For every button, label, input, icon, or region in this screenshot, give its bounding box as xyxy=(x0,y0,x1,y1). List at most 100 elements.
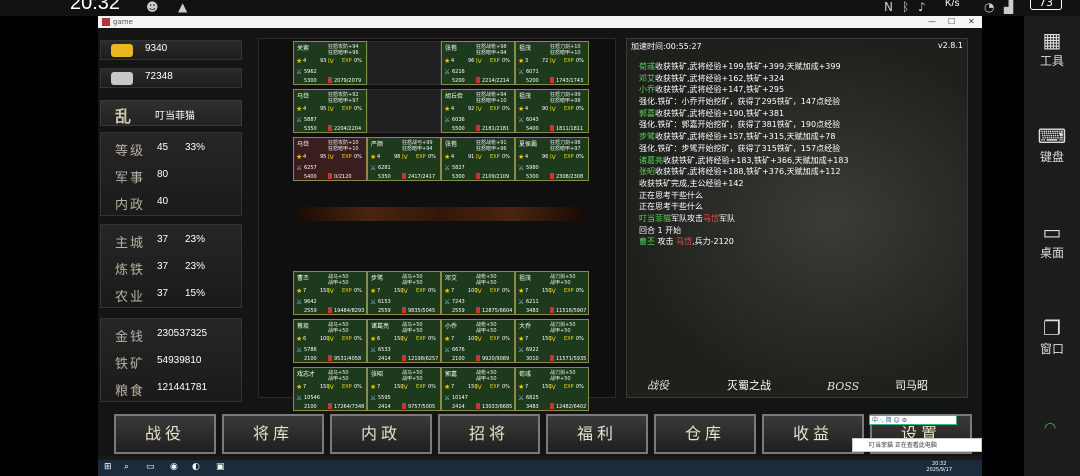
star-count: 7 xyxy=(377,384,381,390)
troop-value: 9757/5005 xyxy=(408,404,436,410)
recruit-button[interactable]: 招将 xyxy=(438,414,540,454)
phone-status-bar: 20:32 ☻ ▲ N ᛒ ♪ K/s ◔ ▟ 73 xyxy=(0,0,1080,16)
desktop-item[interactable]: ▭ 桌面 xyxy=(1024,220,1080,261)
campaign-button[interactable]: 战役 xyxy=(114,414,216,454)
log-text: 强化.铁矿：步骘开始挖矿，获得了315铁矿，157点经验 xyxy=(639,143,841,153)
defense-value: 5300 xyxy=(452,174,465,180)
lv-label: lV xyxy=(328,106,334,113)
ally-general-card[interactable]: 邓艾 战枪+50 战甲+50 ★ 7 100 lV EXP 0% ⚔ 7243 2559 12875/6… xyxy=(441,271,515,315)
enemy-general-card[interactable]: 马岱 狂怒攻防+92 狂怒暗甲+97 ★ 4 95 lV EXP 0% ⚔ 5887 5350 2204… xyxy=(293,89,367,133)
ally-general-card[interactable]: 蔡琰 战马+50 战甲+50 ★ 6 100 lV EXP 0% ⚔ 5786 2100 9531/40… xyxy=(293,319,367,363)
ally-general-card[interactable]: 荀彧 战刀剑+50 战甲+50 ★ 7 150 lV EXP 0% ⚔ 6825 3483 12482/… xyxy=(515,367,589,411)
maximize-button[interactable]: ☐ xyxy=(948,16,955,28)
welfare-button[interactable]: 福利 xyxy=(546,414,648,454)
general-name: 张昭 xyxy=(371,371,384,378)
steam-icon[interactable]: ◐ xyxy=(192,462,200,472)
troop-value: 2181/2181 xyxy=(482,126,510,132)
warehouse-button[interactable]: 仓库 xyxy=(654,414,756,454)
attack-value: 6533 xyxy=(378,347,391,353)
general-name: 大乔 xyxy=(519,323,532,330)
general-name: 马岱 xyxy=(297,93,310,100)
ally-general-card[interactable]: 曹丕 战马+50 战甲+50 ★ 7 150 lV EXP 0% ⚔ 9642 2559 19484/8… xyxy=(293,271,367,315)
general-name: 小乔 xyxy=(445,323,458,330)
sword-icon: ⚔ xyxy=(518,164,525,172)
general-name: 严颜 xyxy=(371,141,384,148)
window-item[interactable]: ❐ 窗口 xyxy=(1024,316,1080,357)
enemy-general-card[interactable]: 张苞 狂怒战枪+98 狂怒暗甲+94 ★ 4 96 lV EXP 0% ⚔ 6216 5200 2214… xyxy=(441,41,515,85)
general-name: 曹丕 xyxy=(297,275,310,282)
level-value: 98 xyxy=(394,154,401,160)
exp-label: EXP xyxy=(564,154,574,160)
ally-general-card[interactable]: 祖茂 战刀剑+50 战甲+50 ★ 7 150 lV EXP 0% ⚔ 6211 3483 11516/… xyxy=(515,271,589,315)
defense-value: 5350 xyxy=(304,126,317,132)
exp-label: EXP xyxy=(342,154,352,160)
star-icon: ★ xyxy=(444,335,451,343)
ally-general-card[interactable]: 步骘 战马+50 战甲+50 ★ 7 150 lV EXP 0% ⚔ 6153 2559 9835/50… xyxy=(367,271,441,315)
enemy-general-card[interactable]: 胡丘俭 狂怒战枪+94 狂怒暗甲+10 ★ 4 92 lV EXP 0% ⚔ 6036 5500 218… xyxy=(441,89,515,133)
attack-value: 6036 xyxy=(452,117,465,123)
ally-general-card[interactable]: 大乔 战刀剑+50 战甲+50 ★ 7 150 lV EXP 0% ⚔ 6922 3010 11571/… xyxy=(515,319,589,363)
enemy-general-card[interactable]: 夏侯霸 狂怒刀剑+98 狂怒暗甲+97 ★ 4 96 lV EXP 0% ⚔ 5980 5300 230… xyxy=(515,137,589,181)
ally-general-card[interactable]: 张昭 战马+50 战甲+50 ★ 7 150 lV EXP 0% ⚔ 5595 2414 9757/50… xyxy=(367,367,441,411)
domestic-button[interactable]: 内政 xyxy=(330,414,432,454)
stat-smelting: 炼铁 37 23% xyxy=(115,261,206,278)
keyboard-item[interactable]: ⌨ 键盘 xyxy=(1024,124,1080,165)
star-icon: ★ xyxy=(444,153,451,161)
tools-item[interactable]: ▦ 工具 xyxy=(1024,28,1080,69)
close-button[interactable]: ✕ xyxy=(968,16,975,28)
enemy-general-card[interactable]: 祖茂 狂怒刀剑+10 狂怒暗甲+10 ★ 3 72 lV EXP 0% ⚔ 6071 5200 1743… xyxy=(515,41,589,85)
attack-value: 6281 xyxy=(378,165,391,171)
lv-label: lV xyxy=(402,288,408,295)
player-name-box: 乱 叮当菲猫 xyxy=(100,100,242,126)
equip-2: 狂怒暗甲+96 xyxy=(476,146,507,152)
ally-general-card[interactable]: 戏志才 战马+50 战甲+50 ★ 7 150 lV EXP 0% ⚔ 10546 2100 17264… xyxy=(293,367,367,411)
equip-2: 狂怒暗甲+96 xyxy=(328,50,359,56)
troop-bar xyxy=(328,173,332,179)
browser-icon[interactable]: ◉ xyxy=(170,462,178,472)
level-value: 91 xyxy=(468,154,475,160)
taskview-icon[interactable]: ▭ xyxy=(146,462,155,472)
level-value: 95 xyxy=(320,106,327,112)
log-text: ,兵力-2120 xyxy=(692,237,734,247)
log-general-name: 小乔 xyxy=(639,85,655,95)
enemy-general-card[interactable]: 关索 狂怒攻防+94 狂怒暗甲+96 ★ 4 93 lV EXP 0% ⚔ 5962 5300 2079… xyxy=(293,41,367,85)
equip-2: 战甲+50 xyxy=(550,328,571,334)
ally-general-card[interactable]: 诸葛亮 战马+50 战甲+50 ★ 6 150 lV EXP 0% ⚔ 6533 2414 12198/… xyxy=(367,319,441,363)
exp-label: EXP xyxy=(490,384,500,390)
log-general-name: 步骘 xyxy=(639,132,655,142)
level-value: 72 xyxy=(542,58,549,64)
enemy-general-card[interactable]: 张苞 狂怒战枪+91 狂怒暗甲+96 ★ 4 91 lV EXP 0% ⚔ 5827 5300 2109… xyxy=(441,137,515,181)
search-icon[interactable]: ⌕ xyxy=(124,462,129,472)
minimize-button[interactable]: — xyxy=(928,16,936,28)
star-icon: ★ xyxy=(518,57,525,65)
enemy-general-card[interactable]: 严颜 狂怒战弓+99 狂怒暗甲+94 ★ 4 98 lV EXP 0% ⚔ 6281 5350 2417… xyxy=(367,137,441,181)
lv-label: lV xyxy=(476,336,482,343)
silver-ingot-icon xyxy=(111,72,133,85)
enemy-general-card[interactable]: 祖茂 狂怒刀剑+99 狂怒暗甲+98 ★ 4 90 lV EXP 0% ⚔ 6043 5400 1811… xyxy=(515,89,589,133)
ally-general-card[interactable]: 小乔 战枪+50 战甲+50 ★ 7 100 lV EXP 0% ⚔ 6676 2100 9920/90… xyxy=(441,319,515,363)
ally-general-card[interactable]: 郭嘉 战枪+50 战甲+50 ★ 7 150 lV EXP 0% ⚔ 10147 2414 13033/… xyxy=(441,367,515,411)
remote-session-notification[interactable]: 叮当菲猫 正在查看此电脑 xyxy=(852,438,982,452)
gold-value: 9340 xyxy=(145,43,168,54)
lv-label: lV xyxy=(550,288,556,295)
income-button[interactable]: 收益 xyxy=(762,414,864,454)
start-icon[interactable]: ⊞ xyxy=(104,462,112,472)
troop-value: 2417/2417 xyxy=(408,174,436,180)
ime-toolbar[interactable]: 中 ·, 简 ☺ ⚙ xyxy=(869,415,957,425)
sword-icon: ⚔ xyxy=(370,164,377,172)
exp-label: EXP xyxy=(564,58,574,64)
troop-bar xyxy=(328,125,332,131)
star-count: 7 xyxy=(451,336,455,342)
bluetooth-icon: ᛒ xyxy=(902,0,910,14)
troop-value: 17264/7348 xyxy=(334,404,365,410)
exp-percent: 0% xyxy=(428,336,436,342)
enemy-general-card[interactable]: 马岱 狂怒攻防+10 狂怒暗甲+10 ★ 4 95 lV EXP 0% ⚔ 6257 5400 0/21… xyxy=(293,137,367,181)
troop-value: 13033/6685 xyxy=(482,404,513,410)
window-title: game xyxy=(113,18,133,26)
general-library-button[interactable]: 将库 xyxy=(222,414,324,454)
game-taskbar-icon[interactable]: ▣ xyxy=(216,462,225,472)
general-name: 祖茂 xyxy=(519,275,532,282)
exp-percent: 0% xyxy=(576,154,584,160)
star-count: 4 xyxy=(303,58,307,64)
defense-value: 2100 xyxy=(304,404,317,410)
